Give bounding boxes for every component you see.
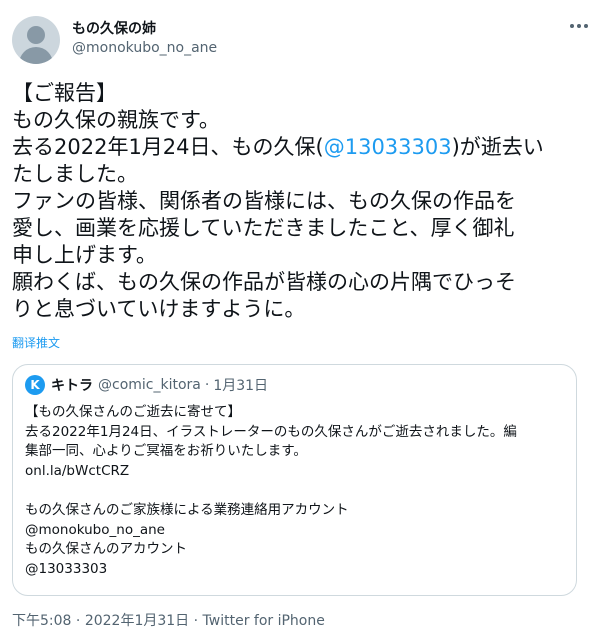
tweet-line: ファンの皆様、関係者の皆様には、もの久保の作品を xyxy=(12,189,516,213)
tweet-text: 【ご報告】 もの久保の親族です。 去る2022年1月24日、もの久保(@1303… xyxy=(12,80,592,323)
quote-line xyxy=(25,481,570,501)
default-avatar-icon xyxy=(27,26,45,44)
tweet-source[interactable]: Twitter for iPhone xyxy=(203,613,325,629)
more-dot xyxy=(584,24,588,28)
quoted-tweet-header: K キトラ @comic_kitora · 1月31日 xyxy=(25,375,268,395)
more-horizontal-icon[interactable] xyxy=(565,16,593,36)
more-dot xyxy=(570,24,574,28)
tweet-line: りと息づいていけますように。 xyxy=(12,297,306,321)
quote-separator: · xyxy=(204,377,210,393)
default-avatar-body xyxy=(19,47,53,64)
tweet-time[interactable]: 下午5:08 xyxy=(12,613,71,629)
tweet-date[interactable]: 2022年1月31日 xyxy=(85,613,189,629)
tweet-line: たしました。 xyxy=(12,162,138,186)
quote-author-avatar-icon: K xyxy=(25,375,45,395)
more-dot xyxy=(577,24,581,28)
quote-author-handle: @comic_kitora xyxy=(98,377,201,393)
tweet-line: もの久保の親族です。 xyxy=(12,108,220,132)
quote-line: @monokubo_no_ane xyxy=(25,521,165,538)
quoted-tweet-body: 【もの久保さんのご逝去に寄せて】 去る2022年1月24日、イラストレーターのも… xyxy=(25,403,570,579)
tweet-meta: 下午5:08 · 2022年1月31日 · Twitter for iPhone xyxy=(12,610,325,630)
tweet-line: 愛し、画業を応援していただきましたこと、厚く御礼 xyxy=(12,216,515,240)
quoted-tweet[interactable]: K キトラ @comic_kitora · 1月31日 【もの久保さんのご逝去に… xyxy=(12,364,577,596)
tweet-line: 【ご報告】 xyxy=(12,81,117,105)
mention-link[interactable]: @13033303 xyxy=(324,135,452,159)
tweet-text-segment: )が逝去い xyxy=(451,135,544,159)
quote-line: 去る2022年1月24日、イラストレーターのもの久保さんがご逝去されました。編 xyxy=(25,423,517,440)
quote-date: 1月31日 xyxy=(213,378,269,394)
quote-line: onl.la/bWctCRZ xyxy=(25,462,130,479)
author-name[interactable]: もの久保の姉 xyxy=(72,18,156,38)
quote-line: 【もの久保さんのご逝去に寄せて】 xyxy=(25,404,241,420)
tweet-line: 申し上げます。 xyxy=(12,243,157,267)
tweet-text-segment: 去る2022年1月24日、もの久保( xyxy=(12,135,324,159)
quote-line: @13033303 xyxy=(25,560,108,577)
meta-separator: · xyxy=(189,613,203,629)
quote-author-name: キトラ xyxy=(51,378,93,394)
author-handle[interactable]: @monokubo_no_ane xyxy=(72,40,217,56)
quote-line: もの久保さんのご家族様による業務連絡用アカウント xyxy=(25,501,349,518)
tweet-line: 去る2022年1月24日、もの久保(@13033303)が逝去い xyxy=(12,134,592,161)
quote-line: もの久保さんのアカウント xyxy=(25,541,187,558)
author-avatar[interactable] xyxy=(12,16,60,64)
translate-tweet-link[interactable]: 翻译推文 xyxy=(12,334,60,351)
tweet-line: 願わくば、もの久保の作品が皆様の心の片隅でひっそ xyxy=(12,270,516,294)
meta-separator: · xyxy=(71,613,85,629)
quote-line: 集部一同、心よりご冥福をお祈りいたします。 xyxy=(25,443,307,460)
